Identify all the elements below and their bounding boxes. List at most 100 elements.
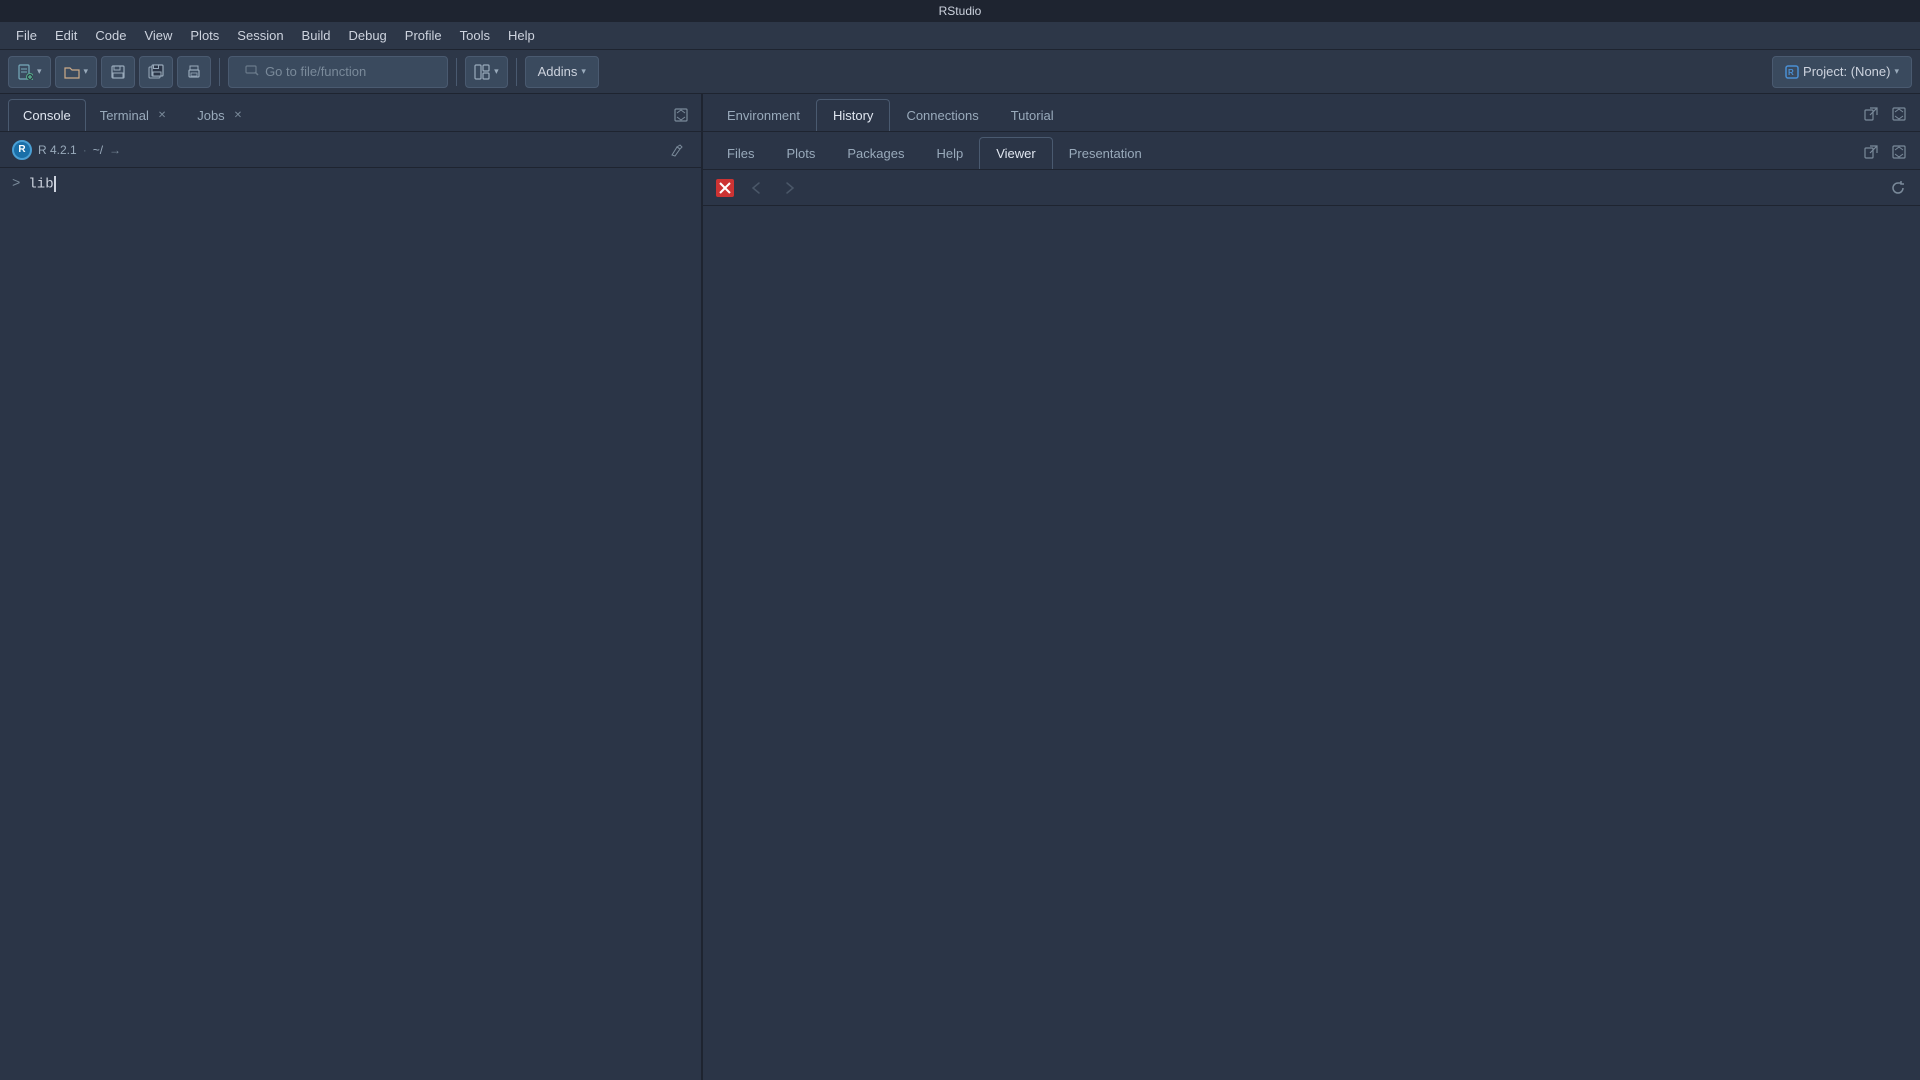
tab-jobs[interactable]: Jobs ✕ [183,99,259,131]
console-content[interactable]: > lib [0,168,701,1080]
prompt-symbol: > [12,176,20,192]
working-dir: ~/ [93,143,103,157]
viewer-back-icon [750,181,764,195]
viewer-refresh-btn[interactable] [1884,174,1912,202]
clear-console-btn[interactable] [665,138,689,162]
separator-dot: · [83,143,87,157]
menu-view[interactable]: View [136,25,180,46]
menu-bar: File Edit Code View Plots Session Build … [0,22,1920,50]
tab-console[interactable]: Console [8,99,86,131]
viewer-toolbar [703,170,1920,206]
viewer-clear-icon [716,179,734,197]
left-pane-expand-btn[interactable] [669,103,693,127]
viewer-back-btn[interactable] [743,174,771,202]
svg-text:R: R [1788,68,1794,77]
print-icon [186,64,202,80]
tab-tutorial[interactable]: Tutorial [995,99,1070,131]
print-button[interactable] [177,56,211,88]
tab-history[interactable]: History [816,99,890,131]
menu-debug[interactable]: Debug [340,25,394,46]
open-button-arrow: ▾ [84,66,89,77]
open-folder-icon [64,64,80,80]
popout-icon [1864,107,1878,121]
goto-arrow-icon [245,65,259,79]
layout-arrow: ▾ [494,66,499,77]
save-all-button[interactable] [139,56,173,88]
open-file-button[interactable]: ▾ [55,56,98,88]
menu-profile[interactable]: Profile [397,25,450,46]
right-pane: Environment History Connections Tutorial [703,94,1920,1080]
console-input-text[interactable]: lib [28,176,55,193]
menu-file[interactable]: File [8,25,45,46]
menu-code[interactable]: Code [87,25,134,46]
menu-tools[interactable]: Tools [452,25,498,46]
right-pane-popout-btn[interactable] [1858,101,1884,127]
right-top-tab-bar: Environment History Connections Tutorial [703,94,1920,132]
tab-plots[interactable]: Plots [770,137,831,169]
right-bottom-maximize-btn[interactable] [1886,139,1912,165]
separator-2 [456,58,457,86]
goto-file-button[interactable]: Go to file/function [228,56,448,88]
left-pane: Console Terminal ✕ Jobs ✕ [0,94,703,1080]
tab-packages[interactable]: Packages [831,137,920,169]
separator-1 [219,58,220,86]
viewer-clear-btn[interactable] [711,174,739,202]
tab-environment[interactable]: Environment [711,99,816,131]
viewer-forward-icon [782,181,796,195]
close-jobs-tab[interactable]: ✕ [231,109,245,122]
console-header: R R 4.2.1 · ~/ → [0,132,701,168]
console-prompt: > lib [12,176,689,193]
tab-help[interactable]: Help [920,137,979,169]
viewer-refresh-icon [1890,180,1906,196]
project-label: Project: (None) [1803,64,1890,79]
tab-viewer[interactable]: Viewer [979,137,1053,169]
layout-icon [474,64,490,80]
addins-button[interactable]: Addins ▾ [525,56,599,88]
console-actions [665,138,689,162]
right-bottom-tab-actions [1858,139,1912,169]
tab-connections[interactable]: Connections [890,99,994,131]
menu-session[interactable]: Session [229,25,291,46]
bottom-maximize-icon [1892,145,1906,159]
new-button-arrow: ▾ [37,66,42,77]
left-tab-actions [669,103,693,131]
addins-arrow: ▾ [581,66,586,77]
r-version-badge: R R 4.2.1 · ~/ → [12,140,121,160]
tab-terminal[interactable]: Terminal ✕ [86,99,184,131]
right-bottom-popout-btn[interactable] [1858,139,1884,165]
right-pane-maximize-btn[interactable] [1886,101,1912,127]
new-file-button[interactable]: ▾ [8,56,51,88]
project-button[interactable]: R Project: (None) ▾ [1772,56,1912,88]
app-title: RStudio [939,4,982,18]
right-maximize-icon [1892,107,1906,121]
save-all-icon [148,64,164,80]
save-button[interactable] [101,56,135,88]
save-icon [110,64,126,80]
broom-icon [670,143,684,157]
right-bottom-tab-bar: Files Plots Packages Help Viewer Present… [703,132,1920,170]
toolbar: ▾ ▾ [0,50,1920,94]
tab-presentation[interactable]: Presentation [1053,137,1158,169]
project-arrow: ▾ [1894,66,1899,77]
bottom-popout-icon [1864,145,1878,159]
right-top-tab-actions [1858,101,1912,131]
menu-help[interactable]: Help [500,25,543,46]
main-layout: Console Terminal ✕ Jobs ✕ [0,94,1920,1080]
menu-plots[interactable]: Plots [182,25,227,46]
viewer-forward-btn[interactable] [775,174,803,202]
path-forward-icon: → [109,143,121,157]
close-terminal-tab[interactable]: ✕ [155,109,169,122]
title-bar: RStudio [0,0,1920,22]
tab-files[interactable]: Files [711,137,770,169]
text-cursor [54,176,56,192]
menu-build[interactable]: Build [294,25,339,46]
left-tab-bar: Console Terminal ✕ Jobs ✕ [0,94,701,132]
viewer-content [703,206,1920,1080]
r-logo: R [12,140,32,160]
goto-label: Go to file/function [265,64,366,79]
maximize-icon [674,108,688,122]
layout-button[interactable]: ▾ [465,56,508,88]
menu-edit[interactable]: Edit [47,25,85,46]
new-file-icon [17,64,33,80]
separator-3 [516,58,517,86]
